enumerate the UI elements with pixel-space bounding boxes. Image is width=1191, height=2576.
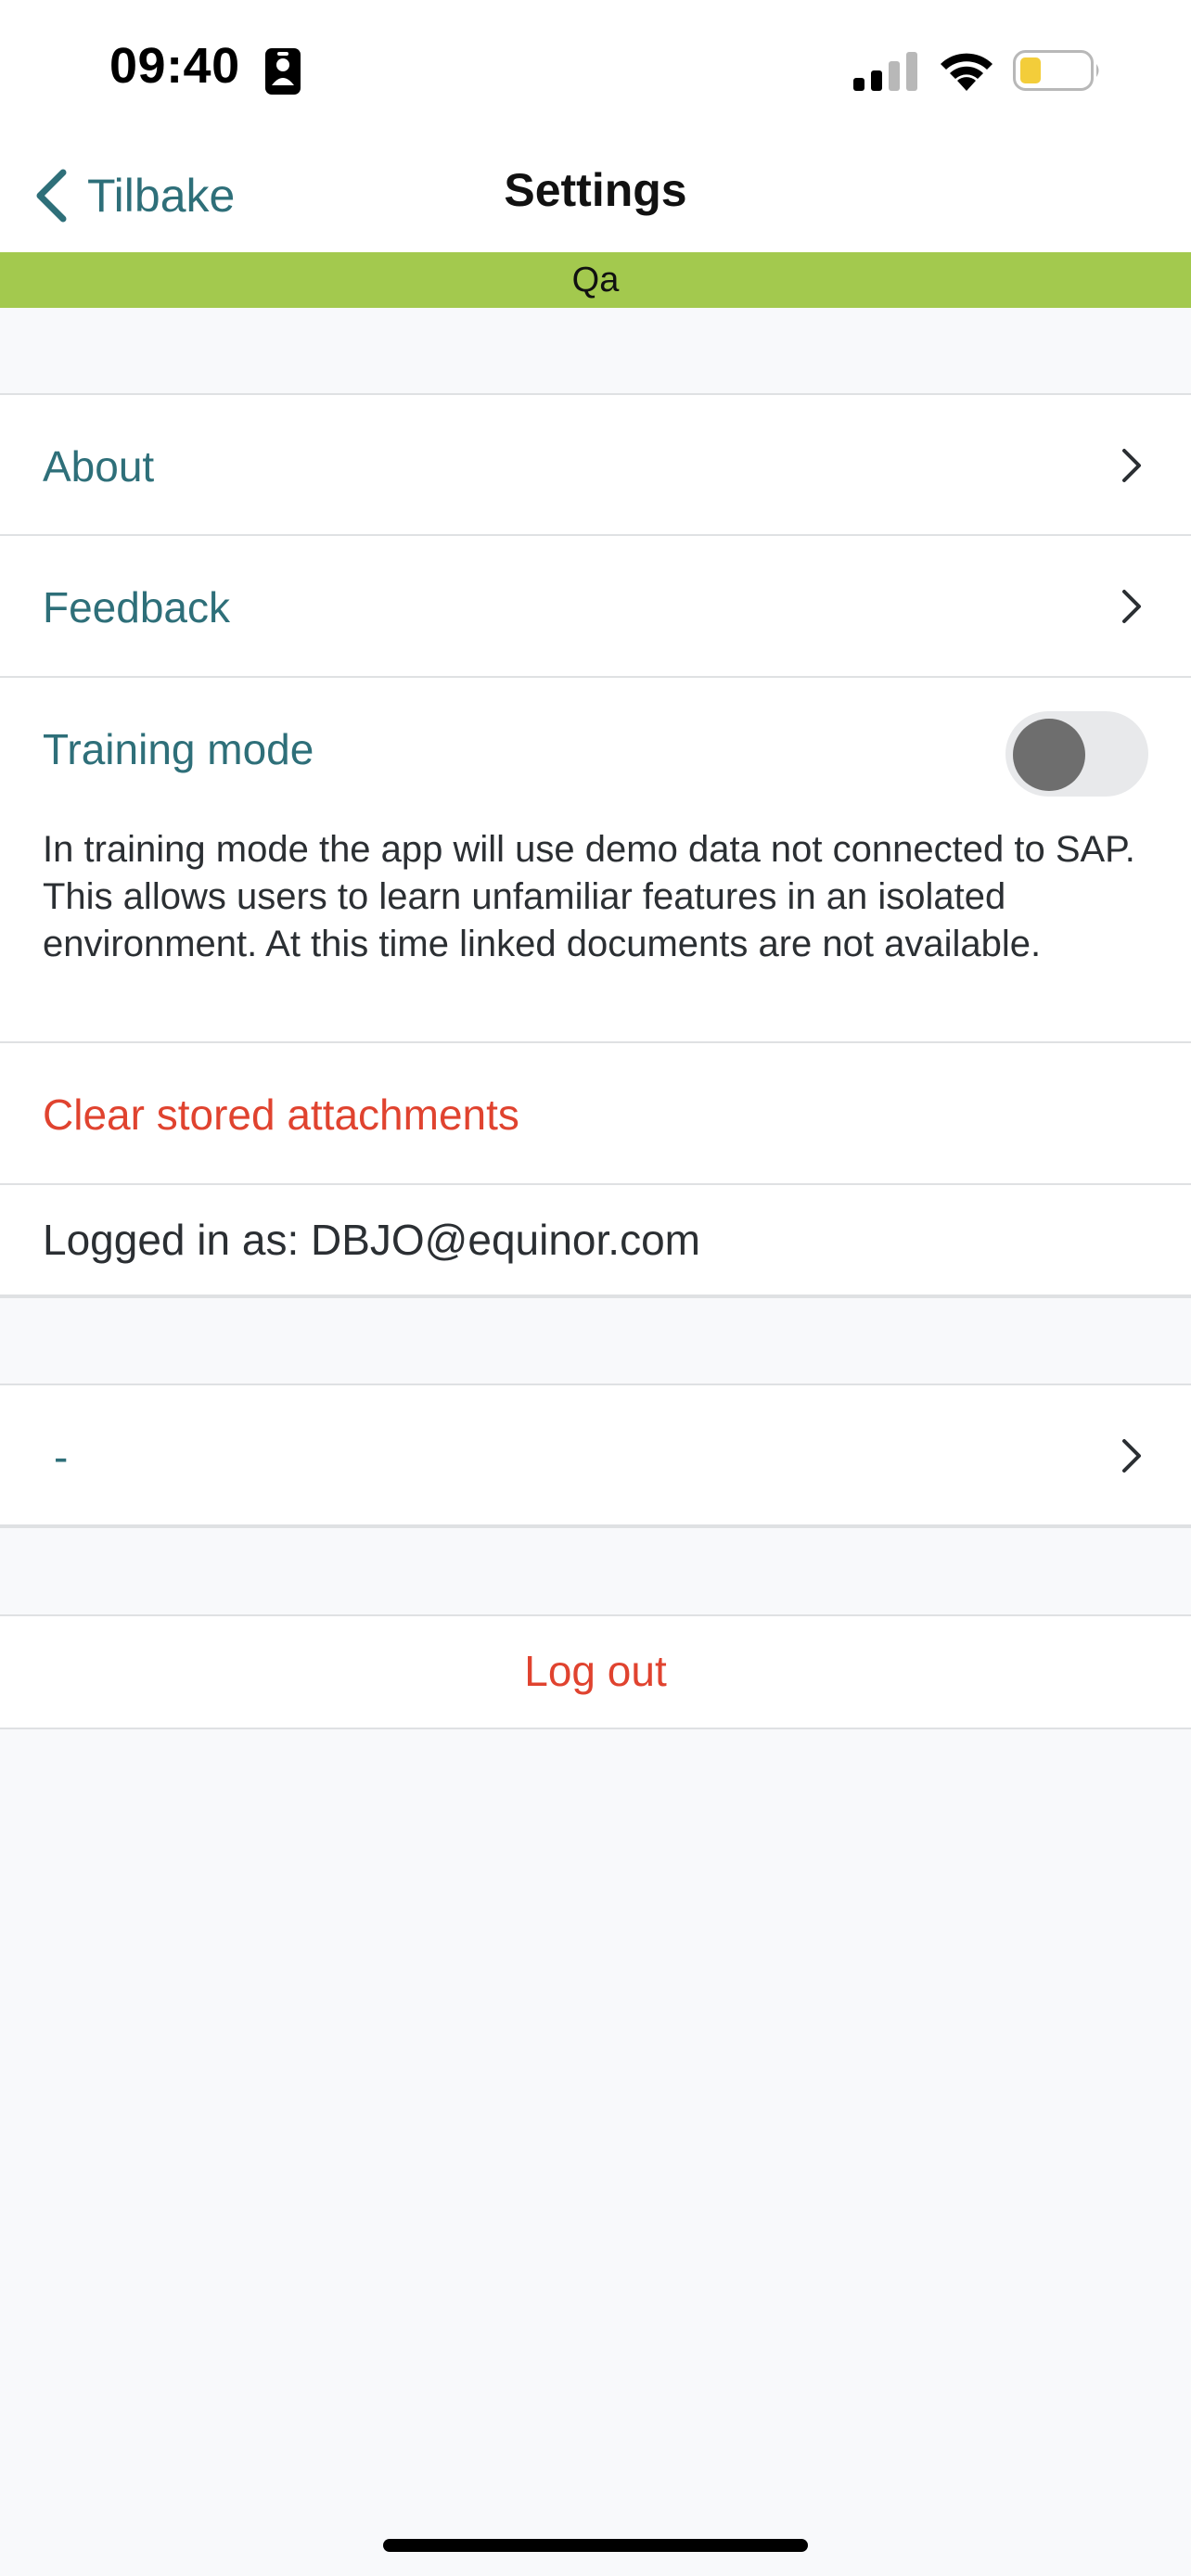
- status-bar: 09:40: [0, 0, 1191, 139]
- toggle-knob: [1013, 719, 1085, 791]
- clear-attachments-row[interactable]: Clear stored attachments: [0, 1043, 1191, 1185]
- back-chevron-icon: [36, 169, 67, 223]
- back-label: Tilbake: [87, 170, 236, 222]
- clear-attachments-label: Clear stored attachments: [43, 1090, 519, 1139]
- feedback-row[interactable]: Feedback: [0, 536, 1191, 678]
- feedback-label: Feedback: [43, 583, 231, 631]
- id-card-icon: [265, 48, 301, 95]
- about-row[interactable]: About: [0, 393, 1191, 536]
- back-button[interactable]: Tilbake: [32, 159, 235, 232]
- logout-label: Log out: [524, 1647, 667, 1695]
- training-mode-row: Training mode In training mode the app w…: [0, 678, 1191, 1043]
- plant-row[interactable]: -: [0, 1384, 1191, 1528]
- training-mode-description: In training mode the app will use demo d…: [43, 829, 1135, 964]
- cellular-signal-icon: [853, 52, 917, 91]
- logged-in-label: Logged in as: DBJO@equinor.com: [43, 1216, 700, 1264]
- battery-icon: [1013, 50, 1099, 91]
- training-mode-toggle[interactable]: [1005, 711, 1148, 797]
- chevron-right-icon: [1122, 449, 1141, 482]
- plant-label: -: [54, 1433, 69, 1481]
- status-time: 09:40: [109, 38, 240, 94]
- logout-button[interactable]: Log out: [0, 1614, 1191, 1729]
- home-indicator[interactable]: [383, 2539, 808, 2552]
- wifi-icon: [941, 53, 992, 91]
- training-mode-label: Training mode: [43, 725, 314, 773]
- logged-in-row: Logged in as: DBJO@equinor.com: [0, 1185, 1191, 1298]
- environment-banner: Qa: [0, 252, 1191, 308]
- chevron-right-icon: [1122, 1439, 1141, 1473]
- about-label: About: [43, 442, 155, 491]
- navigation-bar: Settings Tilbake: [0, 139, 1191, 252]
- chevron-right-icon: [1122, 590, 1141, 623]
